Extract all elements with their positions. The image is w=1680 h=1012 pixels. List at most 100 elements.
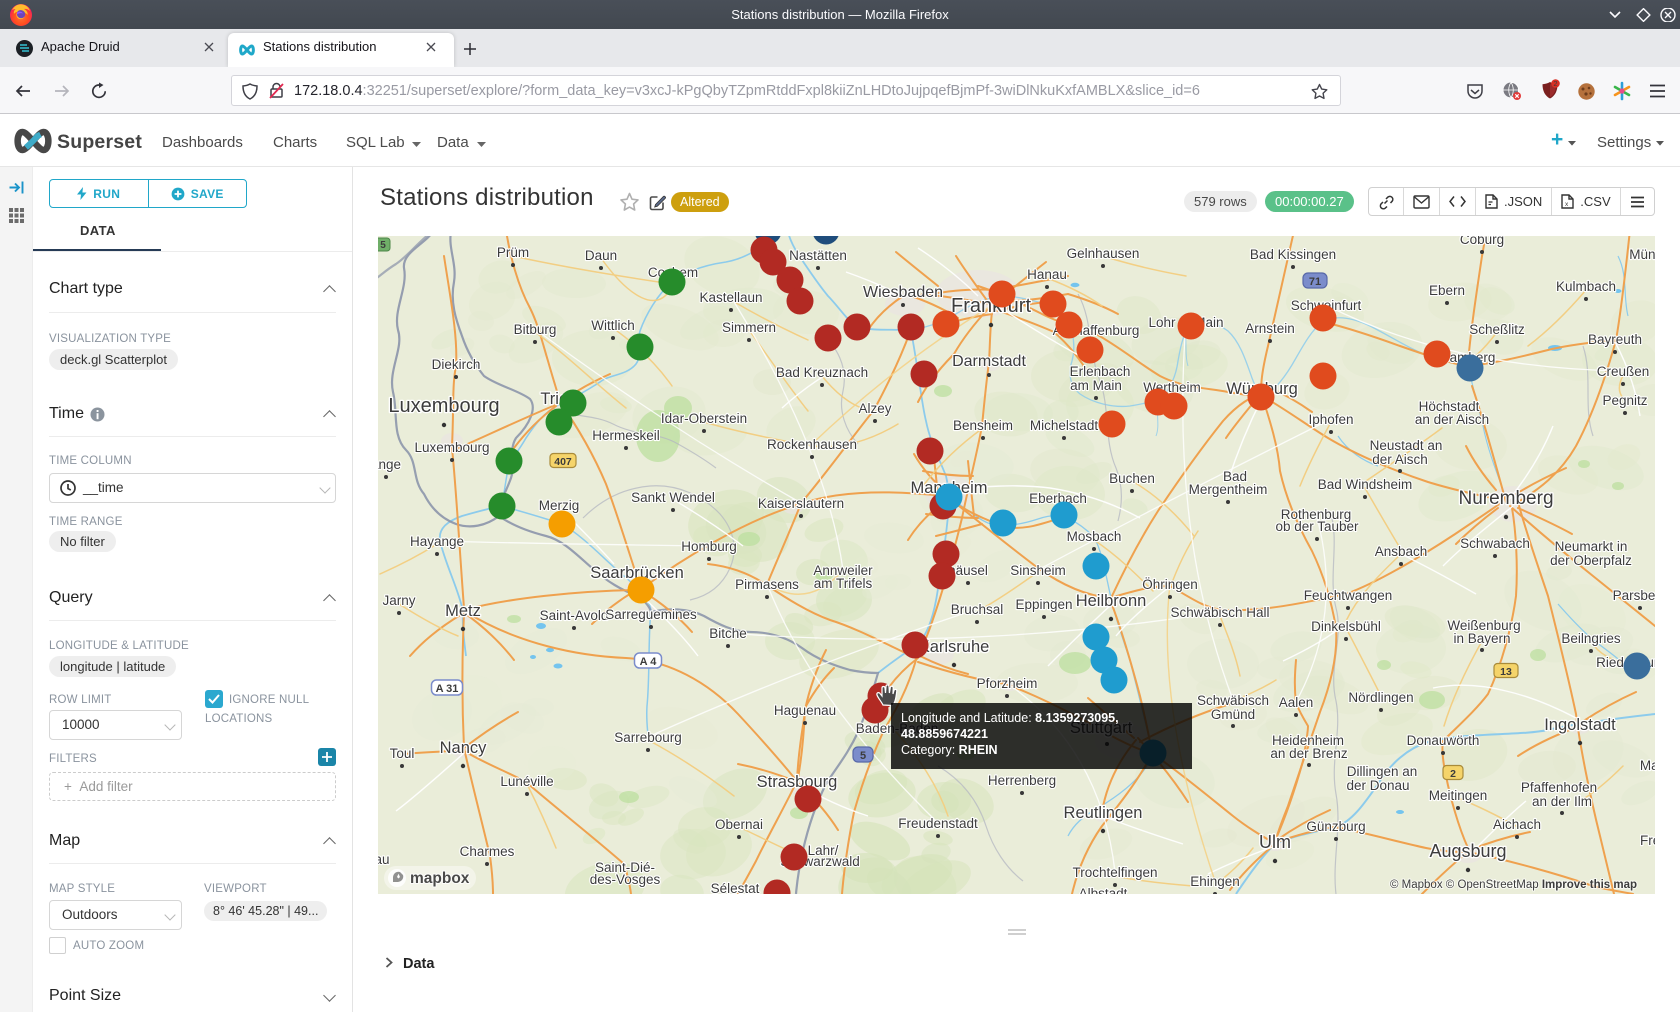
svg-text:Meitingen: Meitingen: [1429, 788, 1488, 803]
svg-text:Mosbach: Mosbach: [1067, 529, 1122, 544]
svg-text:Nastätten: Nastätten: [789, 248, 847, 263]
svg-text:Simmern: Simmern: [722, 320, 776, 335]
svg-text:Scheßlitz: Scheßlitz: [1469, 322, 1525, 337]
svg-text:A 4: A 4: [640, 656, 658, 668]
svg-text:Saint-Avold: Saint-Avold: [540, 608, 609, 623]
svg-text:Ulm: Ulm: [1259, 832, 1291, 852]
svg-text:Mainburg: Mainburg: [1640, 758, 1655, 773]
svg-text:407: 407: [554, 456, 572, 468]
svg-text:Nördlingen: Nördlingen: [1348, 690, 1413, 705]
svg-text:Schwabach: Schwabach: [1460, 536, 1530, 551]
svg-text:Luxembourg: Luxembourg: [388, 395, 499, 417]
svg-text:Darmstadt: Darmstadt: [952, 353, 1026, 370]
svg-text:Aichach: Aichach: [1493, 817, 1541, 832]
svg-text:Metz: Metz: [445, 602, 481, 620]
svg-text:ange: ange: [378, 457, 401, 472]
svg-text:Wittlich: Wittlich: [591, 318, 635, 333]
svg-text:Eppingen: Eppingen: [1015, 597, 1072, 612]
svg-text:Bayreuth: Bayreuth: [1588, 332, 1642, 347]
svg-text:Nuremberg: Nuremberg: [1458, 488, 1553, 509]
svg-text:Coburg: Coburg: [1460, 236, 1504, 247]
svg-text:des-Vosges: des-Vosges: [590, 872, 661, 887]
svg-text:Kastellaun: Kastellaun: [699, 290, 762, 305]
svg-text:Homburg: Homburg: [681, 539, 737, 554]
svg-text:Alzey: Alzey: [858, 401, 891, 416]
svg-text:Bad Windsheim: Bad Windsheim: [1318, 477, 1413, 492]
svg-text:Pegnitz: Pegnitz: [1602, 393, 1647, 408]
svg-text:A 31: A 31: [436, 683, 459, 695]
svg-text:Buchen: Buchen: [1109, 471, 1155, 486]
svg-text:Ebern: Ebern: [1429, 283, 1465, 298]
svg-text:Albstadt: Albstadt: [1079, 886, 1128, 894]
svg-text:Herrenberg: Herrenberg: [988, 773, 1056, 788]
svg-text:2: 2: [1450, 768, 1456, 780]
svg-text:Reutlingen: Reutlingen: [1064, 804, 1143, 822]
svg-text:Merzig: Merzig: [539, 498, 580, 513]
svg-text:Gmünd: Gmünd: [1211, 707, 1255, 722]
svg-text:Sarrebourg: Sarrebourg: [614, 730, 682, 745]
svg-text:der Oberpfalz: der Oberpfalz: [1550, 553, 1632, 568]
svg-text:Sankt Wendel: Sankt Wendel: [631, 490, 715, 505]
svg-text:Nancy: Nancy: [440, 739, 488, 757]
svg-text:Obernai: Obernai: [715, 817, 763, 832]
svg-text:Rockenhausen: Rockenhausen: [767, 437, 857, 452]
svg-text:am Trifels: am Trifels: [814, 576, 873, 591]
svg-text:Diekirch: Diekirch: [432, 357, 481, 372]
svg-text:Aalen: Aalen: [1279, 695, 1314, 710]
svg-text:Sélestat: Sélestat: [711, 881, 760, 894]
svg-text:2: 2: [1553, 79, 1557, 88]
svg-text:Pforzheim: Pforzheim: [977, 676, 1038, 691]
svg-text:Arnstein: Arnstein: [1245, 321, 1295, 336]
svg-text:Schwäbisch: Schwäbisch: [1197, 693, 1269, 708]
svg-text:Bad Kissingen: Bad Kissingen: [1250, 247, 1336, 262]
svg-text:an der Aisch: an der Aisch: [1415, 412, 1489, 427]
svg-text:ob der Tauber: ob der Tauber: [1275, 519, 1359, 534]
svg-text:Hanau: Hanau: [1027, 267, 1067, 282]
svg-text:Günzburg: Günzburg: [1306, 819, 1365, 834]
svg-text:Feuchtwangen: Feuchtwangen: [1304, 588, 1393, 603]
svg-text:au: au: [378, 852, 390, 867]
svg-text:71: 71: [1309, 276, 1321, 288]
svg-text:Strasbourg: Strasbourg: [757, 773, 838, 791]
svg-text:Bad Kreuznach: Bad Kreuznach: [776, 365, 868, 380]
svg-text:Bitburg: Bitburg: [514, 322, 557, 337]
svg-text:Schwäbisch Hall: Schwäbisch Hall: [1170, 605, 1269, 620]
svg-text:Ansbach: Ansbach: [1375, 544, 1428, 559]
svg-text:Hermeskeil: Hermeskeil: [592, 428, 660, 443]
svg-text:Parsberg: Parsberg: [1613, 588, 1655, 603]
svg-text:Dillingen an: Dillingen an: [1347, 764, 1418, 779]
svg-text:mapbox: mapbox: [410, 870, 470, 887]
svg-text:Bensheim: Bensheim: [953, 418, 1013, 433]
svg-text:Michelstadt: Michelstadt: [1030, 418, 1099, 433]
svg-text:Bitche: Bitche: [709, 626, 747, 641]
svg-text:Iphofen: Iphofen: [1308, 412, 1353, 427]
svg-text:Sarreguemines: Sarreguemines: [605, 607, 697, 622]
svg-text:x: x: [1565, 201, 1569, 208]
svg-text:der Aisch: der Aisch: [1372, 452, 1428, 467]
svg-text:Creußen: Creußen: [1597, 364, 1650, 379]
svg-text:Neumarkt in: Neumarkt in: [1555, 539, 1628, 554]
svg-text:Augsburg: Augsburg: [1429, 841, 1506, 861]
svg-text:Karlsruhe: Karlsruhe: [919, 638, 990, 656]
svg-text:Bruchsal: Bruchsal: [951, 602, 1004, 617]
svg-text:13: 13: [1500, 666, 1512, 678]
svg-text:© Mapbox © OpenStreetMap Impro: © Mapbox © OpenStreetMap Improve this ma…: [1390, 879, 1637, 891]
svg-text:Ehingen: Ehingen: [1190, 874, 1240, 889]
svg-text:Öhringen: Öhringen: [1142, 577, 1198, 592]
svg-text:Donauwörth: Donauwörth: [1407, 733, 1480, 748]
svg-text:in Bayern: in Bayern: [1453, 631, 1510, 646]
svg-text:der Donau: der Donau: [1346, 778, 1409, 793]
svg-text:Sinsheim: Sinsheim: [1010, 563, 1066, 578]
svg-text:Trochtelfingen: Trochtelfingen: [1072, 865, 1157, 880]
svg-text:5: 5: [860, 750, 866, 762]
svg-text:Ingolstadt: Ingolstadt: [1544, 716, 1616, 734]
svg-text:Charmes: Charmes: [460, 844, 515, 859]
svg-text:Heilbronn: Heilbronn: [1076, 592, 1147, 610]
svg-text:Gelnhausen: Gelnhausen: [1067, 246, 1140, 261]
svg-text:Kaiserslautern: Kaiserslautern: [758, 496, 844, 511]
svg-text:Dinkelsbühl: Dinkelsbühl: [1311, 619, 1381, 634]
svg-text:am Main: am Main: [1070, 378, 1122, 393]
svg-text:Haguenau: Haguenau: [774, 703, 836, 718]
svg-text:an der Brenz: an der Brenz: [1270, 746, 1348, 761]
svg-text:Toul: Toul: [390, 746, 415, 761]
